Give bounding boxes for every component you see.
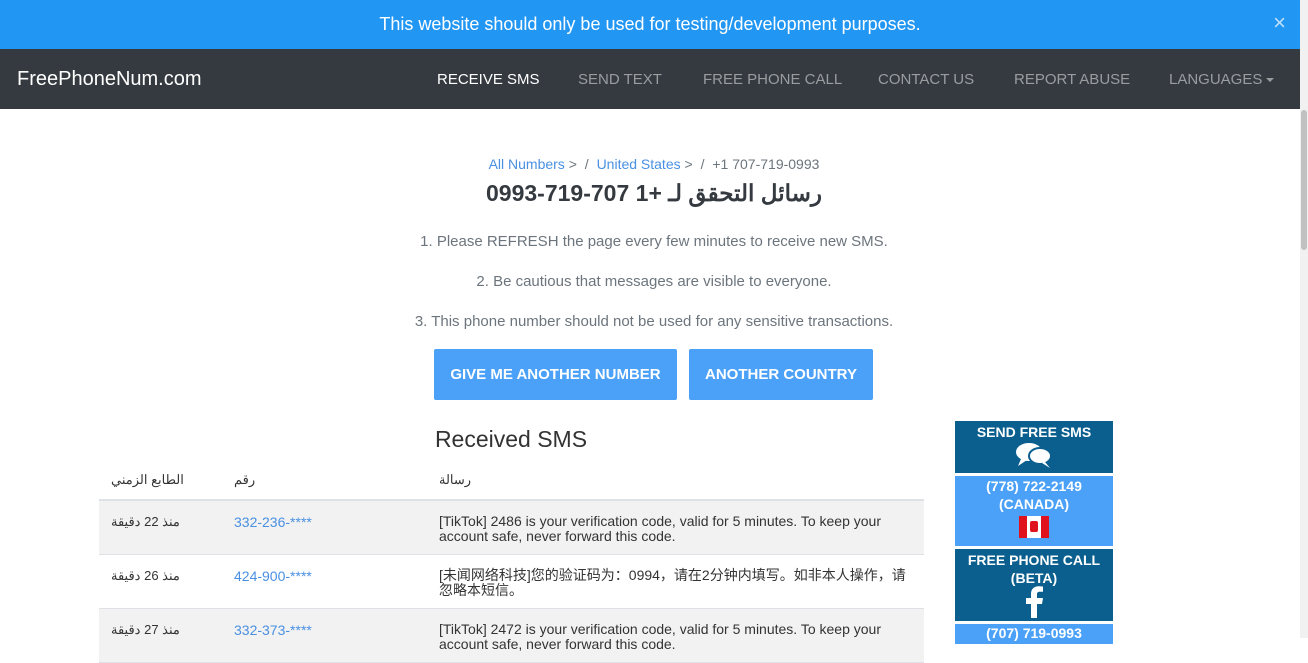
table-row: منذ 27 دقيقة 332-373-**** [TikTok] 2472 … <box>99 609 924 663</box>
nav-free-phone-call[interactable]: FREE PHONE CALL <box>703 71 842 88</box>
another-number-button[interactable]: GIVE ME ANOTHER NUMBER <box>434 349 677 400</box>
breadcrumb-all-numbers[interactable]: All Numbers <box>489 156 565 172</box>
free-call-label: FREE PHONE CALL <box>967 552 1101 568</box>
row-message: [未闻网络科技]您的验证码为：0994，请在2分钟内填写。如非本人操作，请忽略本… <box>439 567 906 598</box>
table-row: منذ 26 دقيقة 424-900-**** [未闻网络科技]您的验证码为… <box>99 555 924 609</box>
page-title: رسائل التحقق لـ +1 707-719-0993 <box>485 180 822 206</box>
breadcrumb-current: +1 707-719-0993 <box>712 156 820 172</box>
row-time: منذ 26 دقيقة <box>111 568 180 583</box>
next-phone-number: (707) 719-0993 <box>986 625 1082 641</box>
header-message: رسالة <box>439 472 472 487</box>
nav-report-abuse[interactable]: REPORT ABUSE <box>1014 71 1130 88</box>
note-sensitive: 3. This phone number should not be used … <box>414 313 894 330</box>
close-icon[interactable]: × <box>1273 10 1286 36</box>
table-header: الطابع الزمني رقم رسالة <box>99 460 924 501</box>
nav-languages[interactable]: LANGUAGES <box>1169 71 1275 88</box>
row-message: [TikTok] 2472 is your verification code,… <box>439 621 881 652</box>
another-country-button[interactable]: ANOTHER COUNTRY <box>689 349 873 400</box>
free-phone-call-button[interactable]: FREE PHONE CALL (BETA) <box>955 549 1113 621</box>
note-refresh: 1. Please REFRESH the page every few min… <box>420 233 888 250</box>
nav-send-text[interactable]: SEND TEXT <box>578 71 662 88</box>
note-cautious: 2. Be cautious that messages are visible… <box>476 273 832 290</box>
beta-label: (BETA) <box>1010 570 1058 586</box>
row-time: منذ 22 دقيقة <box>111 514 180 529</box>
table-row: منذ 22 دقيقة 332-236-**** [TikTok] 2486 … <box>99 501 924 555</box>
header-timestamp: الطابع الزمني <box>111 472 184 487</box>
nav-receive-sms[interactable]: RECEIVE SMS <box>437 71 540 88</box>
canada-label: (CANADA) <box>999 496 1069 512</box>
breadcrumb: All Numbers > / United States > / +1 707… <box>0 156 1308 172</box>
send-free-sms-button[interactable]: SEND FREE SMS <box>955 421 1113 473</box>
send-free-sms-label: SEND FREE SMS <box>976 424 1092 440</box>
nav-menu: RECEIVE SMS SEND TEXT FREE PHONE CALL CO… <box>0 71 1300 91</box>
row-time: منذ 27 دقيقة <box>111 622 180 637</box>
breadcrumb-sep: / <box>584 156 589 172</box>
sms-table: الطابع الزمني رقم رسالة منذ 22 دقيقة 332… <box>99 460 924 663</box>
row-message: [TikTok] 2486 is your verification code,… <box>439 513 881 544</box>
breadcrumb-country[interactable]: United States <box>597 156 681 172</box>
next-number-card[interactable]: (707) 719-0993 <box>955 624 1113 644</box>
received-sms-title: Received SMS <box>434 426 588 452</box>
row-number-link[interactable]: 424-900-**** <box>234 568 312 584</box>
canada-flag-icon <box>1019 516 1049 538</box>
chat-bubbles-icon <box>1016 443 1052 468</box>
breadcrumb-sep: / <box>700 156 705 172</box>
breadcrumb-gt: > <box>568 156 577 172</box>
facebook-icon <box>1026 586 1043 618</box>
navbar: FreePhoneNum.com RECEIVE SMS SEND TEXT F… <box>0 49 1300 109</box>
banner-text: This website should only be used for tes… <box>379 14 921 34</box>
dev-warning-banner: This website should only be used for tes… <box>0 0 1300 49</box>
caret-down-icon <box>1266 78 1275 83</box>
header-number: رقم <box>234 472 256 487</box>
row-number-link[interactable]: 332-236-**** <box>234 514 312 530</box>
canada-number-card[interactable]: (778) 722-2149 (CANADA) <box>955 476 1113 546</box>
nav-languages-label: LANGUAGES <box>1169 71 1263 88</box>
row-number-link[interactable]: 332-373-**** <box>234 622 312 638</box>
nav-contact-us[interactable]: CONTACT US <box>878 71 974 88</box>
breadcrumb-gt: > <box>684 156 693 172</box>
canada-phone-number: (778) 722-2149 <box>986 478 1082 494</box>
